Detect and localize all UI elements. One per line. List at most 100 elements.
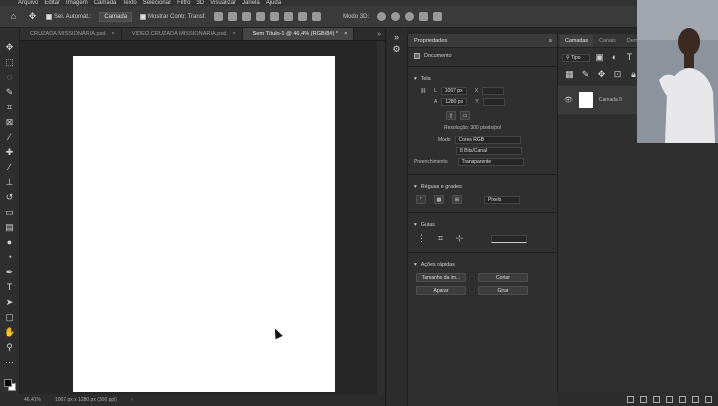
type-filter-icon[interactable]: T — [624, 52, 635, 63]
guide-lock-icon[interactable]: ⋮ — [416, 233, 427, 244]
tab-video-cruzada[interactable]: VIDEO CRUZADA MISSIONARIA.psd × — [121, 28, 243, 40]
chevron-down-icon[interactable]: ▾ — [414, 184, 417, 190]
brush-lock-icon[interactable]: ✎ — [580, 69, 591, 80]
bit-depth-select[interactable]: 8 Bits/Canal — [456, 147, 522, 155]
3d-scale-icon[interactable] — [433, 12, 443, 21]
properties-title[interactable]: Propriedades — [414, 38, 447, 44]
guide-color-select[interactable] — [491, 234, 527, 243]
units-select[interactable]: Pixels — [484, 195, 520, 204]
quick-select-icon[interactable]: ✎ — [4, 87, 15, 98]
eyedropper-icon[interactable]: ⁄ — [4, 132, 15, 143]
align-middle-icon[interactable] — [270, 12, 280, 21]
fill-select[interactable]: Transparente — [457, 158, 524, 166]
link-icon[interactable]: ⛓ — [420, 88, 430, 94]
dodge-icon[interactable]: ◔ — [4, 252, 15, 263]
close-icon[interactable]: × — [112, 31, 115, 37]
layer-filter-select[interactable]: ⚲ Tipo — [562, 53, 590, 62]
width-input[interactable]: 1067 px — [440, 87, 467, 95]
auto-select-toggle[interactable]: Sel. Automát.: — [46, 13, 91, 20]
guides-section-header[interactable]: ▾ Guias — [408, 217, 557, 231]
move-tool-icon[interactable]: ✥ — [27, 11, 38, 22]
artboard-lock-icon[interactable]: ⊡ — [612, 69, 623, 80]
status-arrow-icon[interactable]: › — [131, 397, 133, 403]
pen-icon[interactable]: ✒ — [4, 267, 15, 278]
guides-grid-icon[interactable]: ⊞ — [452, 195, 462, 204]
rulers-section-header[interactable]: ▾ Réguas e grades — [408, 179, 557, 193]
vertical-scrollbar[interactable] — [377, 41, 385, 394]
adjustment-filter-icon[interactable]: ◐ — [609, 52, 620, 63]
3d-roll-icon[interactable] — [391, 12, 401, 21]
transform-controls-toggle[interactable]: Mostrar Contr. Transf. — [140, 13, 206, 20]
chevron-down-icon[interactable]: ▾ — [414, 76, 417, 82]
rotate-button[interactable]: Girar — [478, 286, 528, 295]
guide-layout-icon[interactable]: ⌗ — [435, 233, 446, 244]
move-icon[interactable]: ✥ — [4, 42, 15, 53]
3d-pan-icon[interactable] — [405, 12, 415, 21]
brush-icon[interactable]: ∕ — [4, 162, 15, 173]
transform-checkbox[interactable] — [140, 13, 147, 20]
eye-icon[interactable]: 👁︎ — [564, 96, 573, 104]
fx-icon[interactable] — [640, 395, 647, 403]
tela-section-header[interactable]: ▾ Tela — [408, 71, 557, 85]
gradient-icon[interactable]: ▤ — [4, 222, 15, 233]
panel-collapse-icon[interactable]: » — [391, 32, 402, 43]
frame-icon[interactable]: ⊠ — [4, 117, 15, 128]
properties-panel-icon[interactable]: ⚙ — [391, 44, 402, 55]
foreground-color-swatch[interactable] — [3, 379, 12, 387]
portrait-icon[interactable]: ▯ — [446, 111, 456, 120]
new-layer-icon[interactable] — [692, 395, 699, 403]
history-brush-icon[interactable]: ↺ — [4, 192, 15, 203]
tab-cruzada-missionaria[interactable]: CRUZADA MISSIONÁRIA.psd × — [20, 28, 122, 40]
tabs-overflow-icon[interactable]: » — [373, 31, 385, 40]
chevron-down-icon[interactable]: ▾ — [414, 262, 417, 268]
guide-clear-icon[interactable]: ⊹ — [454, 233, 465, 244]
lasso-icon[interactable]: ◌ — [4, 72, 15, 83]
document-canvas[interactable] — [73, 56, 335, 392]
more-options-icon[interactable] — [312, 12, 322, 21]
panel-menu-icon[interactable]: ≡ — [549, 38, 552, 44]
healing-brush-icon[interactable]: ✚ — [4, 147, 15, 158]
grid-icon[interactable]: ▦ — [434, 195, 444, 204]
align-bottom-icon[interactable] — [284, 12, 294, 21]
more-tools-icon[interactable]: ⋯ — [4, 357, 15, 368]
close-icon[interactable]: × — [344, 31, 347, 37]
blur-icon[interactable]: ● — [4, 237, 15, 248]
landscape-icon[interactable]: ▭ — [460, 111, 470, 120]
home-icon[interactable]: ⌂ — [8, 11, 19, 22]
tab-layers[interactable]: Camadas — [560, 35, 594, 47]
tab-channels[interactable]: Canais — [594, 35, 621, 47]
pixel-filter-icon[interactable]: ▣ — [594, 52, 605, 63]
zoom-icon[interactable]: ⚲ — [4, 342, 15, 353]
auto-select-checkbox[interactable] — [46, 13, 52, 20]
height-input[interactable]: 1280 px — [441, 98, 468, 106]
align-left-icon[interactable] — [214, 12, 224, 21]
close-icon[interactable]: × — [232, 31, 235, 37]
clone-stamp-icon[interactable]: ⊥ — [4, 177, 15, 188]
layer-name[interactable]: Camada 0 — [599, 97, 622, 103]
tab-sem-titulo[interactable]: Sem Título-1 @ 46,4% (RGB/8#) * × — [242, 28, 355, 40]
shape-icon[interactable]: ▢ — [4, 312, 15, 323]
lock-icon[interactable]: ▦ — [564, 69, 575, 80]
move-lock-icon[interactable]: ✥ — [596, 69, 607, 80]
path-select-icon[interactable]: ➤ — [4, 297, 15, 308]
3d-slide-icon[interactable] — [419, 12, 429, 21]
eraser-icon[interactable]: ▭ — [4, 207, 15, 218]
link-layers-icon[interactable] — [627, 395, 634, 403]
x-input[interactable] — [482, 87, 505, 95]
mode-select[interactable]: Cores RGB — [454, 136, 521, 144]
trim-button[interactable]: Aparar — [416, 286, 466, 295]
type-icon[interactable]: T — [4, 282, 15, 293]
align-top-icon[interactable] — [256, 12, 266, 21]
trash-icon[interactable] — [705, 395, 712, 403]
y-input[interactable] — [482, 98, 505, 106]
3d-orbit-icon[interactable] — [377, 12, 387, 21]
image-size-button[interactable]: Tamanho da im... — [416, 273, 466, 282]
hand-icon[interactable]: ✋ — [4, 327, 15, 338]
marquee-icon[interactable]: ⬚ — [4, 57, 15, 68]
ruler-icon[interactable]: ⌜ — [416, 195, 426, 204]
group-icon[interactable] — [679, 395, 686, 403]
crop-button[interactable]: Cortar — [478, 273, 528, 282]
align-center-icon[interactable] — [228, 12, 238, 21]
color-swatches[interactable] — [3, 378, 17, 392]
adjustment-layer-icon[interactable] — [666, 395, 673, 403]
